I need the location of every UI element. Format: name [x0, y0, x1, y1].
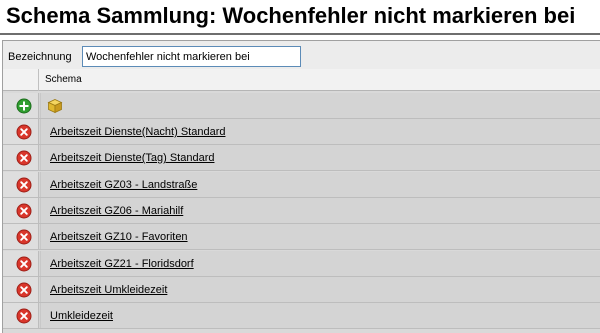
table-row: Arbeitszeit GZ03 - Landstraße: [3, 171, 600, 198]
delete-icon[interactable]: [16, 308, 32, 324]
table-row: Arbeitszeit GZ06 - Mariahilf: [3, 197, 600, 224]
schema-link[interactable]: Arbeitszeit Umkleidezeit: [50, 284, 167, 296]
schema-grid: Schema Arbeitszeit Dienste(Nacht) Standa…: [3, 69, 600, 333]
header-gutter: [3, 69, 39, 91]
schema-link[interactable]: Umkleidezeit: [50, 310, 113, 322]
schema-link[interactable]: Arbeitszeit Dienste(Nacht) Standard: [50, 126, 225, 138]
cube-icon[interactable]: [47, 98, 63, 114]
title-bar: Schema Sammlung: Wochenfehler nicht mark…: [0, 0, 600, 35]
bezeichnung-label: Bezeichnung: [8, 51, 72, 63]
bezeichnung-input[interactable]: [82, 46, 301, 67]
table-row: Arbeitszeit Dienste(Tag) Standard: [3, 145, 600, 172]
add-icon[interactable]: [16, 98, 32, 114]
delete-icon[interactable]: [16, 282, 32, 298]
table-row: Umkleidezeit: [3, 303, 600, 330]
delete-icon[interactable]: [16, 124, 32, 140]
table-row: Arbeitszeit Umkleidezeit: [3, 276, 600, 303]
delete-icon[interactable]: [16, 256, 32, 272]
page-title: Schema Sammlung: Wochenfehler nicht mark…: [6, 3, 576, 28]
toolbar-row: [3, 93, 600, 119]
table-row: Arbeitszeit Dienste(Nacht) Standard: [3, 119, 600, 145]
table-row: Arbeitszeit GZ21 - Floridsdorf: [3, 250, 600, 277]
schema-link[interactable]: Arbeitszeit GZ21 - Floridsdorf: [50, 258, 194, 270]
delete-icon[interactable]: [16, 203, 32, 219]
delete-icon[interactable]: [16, 150, 32, 166]
schema-link[interactable]: Arbeitszeit GZ06 - Mariahilf: [50, 205, 183, 217]
column-header-schema[interactable]: Schema: [45, 74, 82, 85]
schema-link[interactable]: Arbeitszeit GZ03 - Landstraße: [50, 179, 197, 191]
delete-icon[interactable]: [16, 229, 32, 245]
schema-link[interactable]: Arbeitszeit Dienste(Tag) Standard: [50, 152, 214, 164]
table-row: Arbeitszeit GZ10 - Favoriten: [3, 224, 600, 251]
schema-link[interactable]: Arbeitszeit GZ10 - Favoriten: [50, 231, 188, 243]
delete-icon[interactable]: [16, 177, 32, 193]
grid-header: Schema: [3, 69, 600, 91]
